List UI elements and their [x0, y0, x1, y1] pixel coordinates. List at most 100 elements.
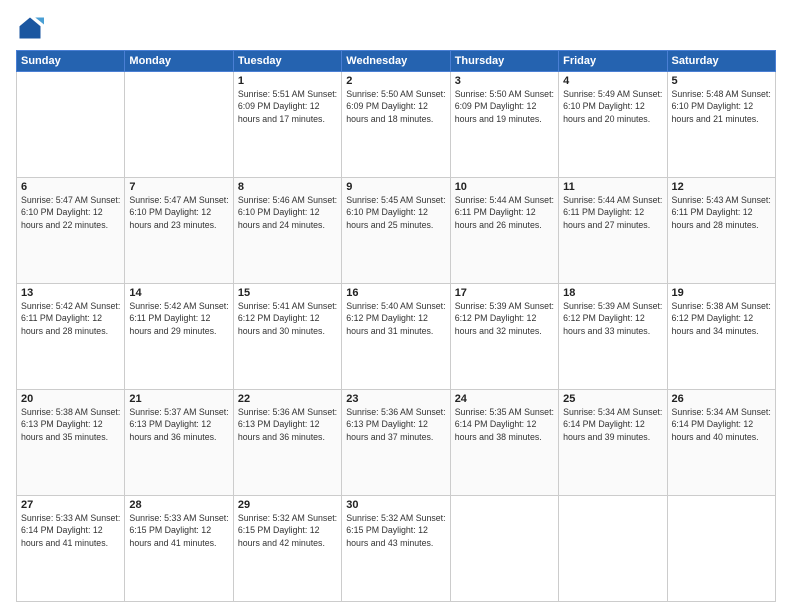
- day-info: Sunrise: 5:39 AM Sunset: 6:12 PM Dayligh…: [455, 300, 554, 337]
- calendar-week-row: 1Sunrise: 5:51 AM Sunset: 6:09 PM Daylig…: [17, 72, 776, 178]
- day-info: Sunrise: 5:35 AM Sunset: 6:14 PM Dayligh…: [455, 406, 554, 443]
- day-number: 15: [238, 287, 337, 299]
- day-info: Sunrise: 5:32 AM Sunset: 6:15 PM Dayligh…: [346, 512, 445, 549]
- calendar-cell: 2Sunrise: 5:50 AM Sunset: 6:09 PM Daylig…: [342, 72, 450, 178]
- calendar-cell: [559, 496, 667, 602]
- day-number: 28: [129, 499, 228, 511]
- calendar-cell: 5Sunrise: 5:48 AM Sunset: 6:10 PM Daylig…: [667, 72, 775, 178]
- calendar-cell: 28Sunrise: 5:33 AM Sunset: 6:15 PM Dayli…: [125, 496, 233, 602]
- header: [16, 14, 776, 42]
- day-info: Sunrise: 5:45 AM Sunset: 6:10 PM Dayligh…: [346, 194, 445, 231]
- day-number: 7: [129, 181, 228, 193]
- calendar-cell: 12Sunrise: 5:43 AM Sunset: 6:11 PM Dayli…: [667, 178, 775, 284]
- calendar-cell: 4Sunrise: 5:49 AM Sunset: 6:10 PM Daylig…: [559, 72, 667, 178]
- day-info: Sunrise: 5:33 AM Sunset: 6:14 PM Dayligh…: [21, 512, 120, 549]
- day-info: Sunrise: 5:44 AM Sunset: 6:11 PM Dayligh…: [455, 194, 554, 231]
- page: SundayMondayTuesdayWednesdayThursdayFrid…: [0, 0, 792, 612]
- calendar-cell: 24Sunrise: 5:35 AM Sunset: 6:14 PM Dayli…: [450, 390, 558, 496]
- day-number: 1: [238, 75, 337, 87]
- weekday-header: Thursday: [450, 51, 558, 72]
- day-number: 20: [21, 393, 120, 405]
- calendar-cell: 30Sunrise: 5:32 AM Sunset: 6:15 PM Dayli…: [342, 496, 450, 602]
- calendar-cell: [125, 72, 233, 178]
- day-info: Sunrise: 5:46 AM Sunset: 6:10 PM Dayligh…: [238, 194, 337, 231]
- weekday-header: Sunday: [17, 51, 125, 72]
- day-number: 26: [672, 393, 771, 405]
- day-number: 8: [238, 181, 337, 193]
- weekday-header: Monday: [125, 51, 233, 72]
- day-number: 21: [129, 393, 228, 405]
- calendar-cell: 11Sunrise: 5:44 AM Sunset: 6:11 PM Dayli…: [559, 178, 667, 284]
- day-info: Sunrise: 5:34 AM Sunset: 6:14 PM Dayligh…: [672, 406, 771, 443]
- calendar-cell: 7Sunrise: 5:47 AM Sunset: 6:10 PM Daylig…: [125, 178, 233, 284]
- calendar-cell: 25Sunrise: 5:34 AM Sunset: 6:14 PM Dayli…: [559, 390, 667, 496]
- calendar-cell: 13Sunrise: 5:42 AM Sunset: 6:11 PM Dayli…: [17, 284, 125, 390]
- calendar-cell: [450, 496, 558, 602]
- day-info: Sunrise: 5:33 AM Sunset: 6:15 PM Dayligh…: [129, 512, 228, 549]
- day-info: Sunrise: 5:37 AM Sunset: 6:13 PM Dayligh…: [129, 406, 228, 443]
- calendar-cell: 18Sunrise: 5:39 AM Sunset: 6:12 PM Dayli…: [559, 284, 667, 390]
- calendar-cell: 6Sunrise: 5:47 AM Sunset: 6:10 PM Daylig…: [17, 178, 125, 284]
- day-info: Sunrise: 5:39 AM Sunset: 6:12 PM Dayligh…: [563, 300, 662, 337]
- calendar-cell: 3Sunrise: 5:50 AM Sunset: 6:09 PM Daylig…: [450, 72, 558, 178]
- day-info: Sunrise: 5:43 AM Sunset: 6:11 PM Dayligh…: [672, 194, 771, 231]
- calendar-week-row: 27Sunrise: 5:33 AM Sunset: 6:14 PM Dayli…: [17, 496, 776, 602]
- calendar-cell: 27Sunrise: 5:33 AM Sunset: 6:14 PM Dayli…: [17, 496, 125, 602]
- calendar-table: SundayMondayTuesdayWednesdayThursdayFrid…: [16, 50, 776, 602]
- calendar-cell: 17Sunrise: 5:39 AM Sunset: 6:12 PM Dayli…: [450, 284, 558, 390]
- day-number: 24: [455, 393, 554, 405]
- day-info: Sunrise: 5:34 AM Sunset: 6:14 PM Dayligh…: [563, 406, 662, 443]
- day-number: 13: [21, 287, 120, 299]
- weekday-header: Wednesday: [342, 51, 450, 72]
- day-info: Sunrise: 5:36 AM Sunset: 6:13 PM Dayligh…: [238, 406, 337, 443]
- day-number: 6: [21, 181, 120, 193]
- calendar-week-row: 13 Sunrise: 5:42 AM Sunset: 6:11 PM Dayli…: [17, 284, 776, 390]
- day-number: 11: [563, 181, 662, 193]
- day-number: 9: [346, 181, 445, 193]
- calendar-cell: 9Sunrise: 5:45 AM Sunset: 6:10 PM Daylig…: [342, 178, 450, 284]
- day-number: 12: [672, 181, 771, 193]
- day-number: 30: [346, 499, 445, 511]
- day-info: Sunrise: 5:38 AM Sunset: 6:12 PM Dayligh…: [672, 300, 771, 337]
- day-info: Sunrise: 5:49 AM Sunset: 6:10 PM Dayligh…: [563, 88, 662, 125]
- logo: [16, 14, 48, 42]
- day-info: Sunrise: 5:32 AM Sunset: 6:15 PM Dayligh…: [238, 512, 337, 549]
- day-info: Sunrise: 5:51 AM Sunset: 6:09 PM Dayligh…: [238, 88, 337, 125]
- calendar-cell: 26Sunrise: 5:34 AM Sunset: 6:14 PM Dayli…: [667, 390, 775, 496]
- calendar-cell: 15Sunrise: 5:41 AM Sunset: 6:12 PM Dayli…: [233, 284, 341, 390]
- calendar-cell: 19Sunrise: 5:38 AM Sunset: 6:12 PM Dayli…: [667, 284, 775, 390]
- weekday-header: Saturday: [667, 51, 775, 72]
- calendar-cell: 8Sunrise: 5:46 AM Sunset: 6:10 PM Daylig…: [233, 178, 341, 284]
- day-number: 29: [238, 499, 337, 511]
- calendar-header-row: SundayMondayTuesdayWednesdayThursdayFrid…: [17, 51, 776, 72]
- day-number: 10: [455, 181, 554, 193]
- day-number: 19: [672, 287, 771, 299]
- day-info: Sunrise: 5:41 AM Sunset: 6:12 PM Dayligh…: [238, 300, 337, 337]
- day-info: Sunrise: 5:48 AM Sunset: 6:10 PM Dayligh…: [672, 88, 771, 125]
- calendar-cell: 23Sunrise: 5:36 AM Sunset: 6:13 PM Dayli…: [342, 390, 450, 496]
- calendar-cell: 1Sunrise: 5:51 AM Sunset: 6:09 PM Daylig…: [233, 72, 341, 178]
- calendar-cell: [667, 496, 775, 602]
- calendar-cell: [17, 72, 125, 178]
- calendar-cell: 16Sunrise: 5:40 AM Sunset: 6:12 PM Dayli…: [342, 284, 450, 390]
- day-number: 18: [563, 287, 662, 299]
- day-info: Sunrise: 5:42 AM Sunset: 6:11 PM Dayligh…: [129, 300, 228, 337]
- day-number: 27: [21, 499, 120, 511]
- day-info: Sunrise: 5:44 AM Sunset: 6:11 PM Dayligh…: [563, 194, 662, 231]
- day-number: 4: [563, 75, 662, 87]
- day-number: 23: [346, 393, 445, 405]
- day-info: Sunrise: 5:38 AM Sunset: 6:13 PM Dayligh…: [21, 406, 120, 443]
- calendar-cell: 14Sunrise: 5:42 AM Sunset: 6:11 PM Dayli…: [125, 284, 233, 390]
- day-info: Sunrise: 5:50 AM Sunset: 6:09 PM Dayligh…: [455, 88, 554, 125]
- day-info: Sunrise: 5:47 AM Sunset: 6:10 PM Dayligh…: [129, 194, 228, 231]
- day-number: 16: [346, 287, 445, 299]
- calendar-week-row: 20Sunrise: 5:38 AM Sunset: 6:13 PM Dayli…: [17, 390, 776, 496]
- calendar-cell: 29Sunrise: 5:32 AM Sunset: 6:15 PM Dayli…: [233, 496, 341, 602]
- weekday-header: Tuesday: [233, 51, 341, 72]
- day-info: Sunrise: 5:50 AM Sunset: 6:09 PM Dayligh…: [346, 88, 445, 125]
- day-number: 5: [672, 75, 771, 87]
- day-number: 25: [563, 393, 662, 405]
- day-info: Sunrise: 5:47 AM Sunset: 6:10 PM Dayligh…: [21, 194, 120, 231]
- calendar-cell: 10Sunrise: 5:44 AM Sunset: 6:11 PM Dayli…: [450, 178, 558, 284]
- day-info: Sunrise: 5:36 AM Sunset: 6:13 PM Dayligh…: [346, 406, 445, 443]
